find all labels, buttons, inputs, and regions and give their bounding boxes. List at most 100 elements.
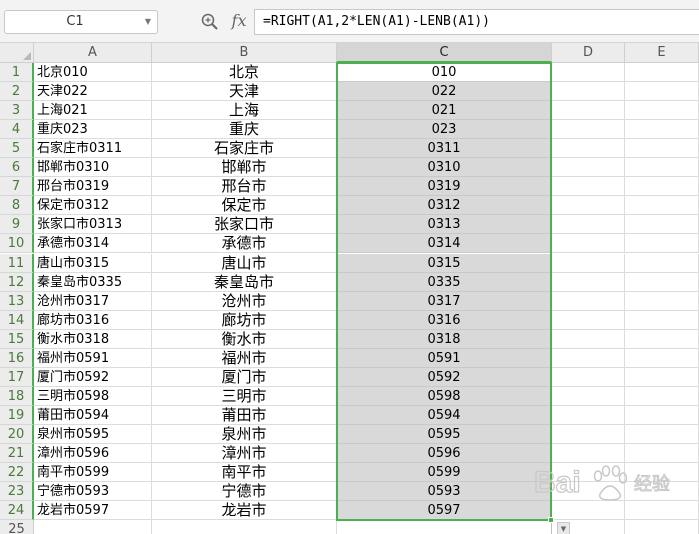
cell-b9[interactable]: 张家口市	[152, 215, 337, 235]
cell-a2[interactable]: 天津022	[34, 82, 152, 102]
cell-a7[interactable]: 邢台市0319	[34, 177, 152, 197]
row-header[interactable]: 1	[0, 63, 34, 83]
column-header-b[interactable]: B	[152, 43, 337, 63]
chevron-down-icon[interactable]: ▼	[143, 16, 153, 28]
cell-a1[interactable]: 北京010	[34, 63, 152, 83]
cell-b25[interactable]	[152, 520, 337, 534]
row-header[interactable]: 13	[0, 291, 34, 311]
cell-c6[interactable]: 0310	[337, 158, 552, 178]
row-header[interactable]: 25	[0, 520, 34, 534]
cell-a13[interactable]: 沧州市0317	[34, 291, 152, 311]
cell-e10[interactable]	[625, 234, 699, 254]
cell-e12[interactable]	[625, 272, 699, 292]
cell-c1[interactable]: 010	[337, 63, 552, 83]
cell-a11[interactable]: 唐山市0315	[34, 253, 152, 273]
cell-b22[interactable]: 南平市	[152, 463, 337, 483]
cell-c11[interactable]: 0315	[337, 253, 552, 273]
cell-c13[interactable]: 0317	[337, 291, 552, 311]
cell-e6[interactable]	[625, 158, 699, 178]
cell-c21[interactable]: 0596	[337, 444, 552, 464]
cell-a16[interactable]: 福州市0591	[34, 348, 152, 368]
cell-c3[interactable]: 021	[337, 101, 552, 121]
zoom-icon[interactable]	[200, 12, 220, 32]
cell-e4[interactable]	[625, 120, 699, 140]
row-header[interactable]: 18	[0, 386, 34, 406]
cell-e7[interactable]	[625, 177, 699, 197]
cell-d8[interactable]	[552, 196, 625, 216]
cell-d7[interactable]	[552, 177, 625, 197]
cell-a10[interactable]: 承德市0314	[34, 234, 152, 254]
cell-a19[interactable]: 莆田市0594	[34, 405, 152, 425]
row-header[interactable]: 23	[0, 482, 34, 502]
cell-a12[interactable]: 秦皇岛市0335	[34, 272, 152, 292]
column-header-c[interactable]: C	[337, 43, 552, 63]
cell-b1[interactable]: 北京	[152, 63, 337, 83]
cell-a18[interactable]: 三明市0598	[34, 386, 152, 406]
cell-a6[interactable]: 邯郸市0310	[34, 158, 152, 178]
cell-d18[interactable]	[552, 386, 625, 406]
row-header[interactable]: 12	[0, 272, 34, 292]
row-header[interactable]: 15	[0, 329, 34, 349]
cell-c24[interactable]: 0597	[337, 501, 552, 521]
cell-c20[interactable]: 0595	[337, 424, 552, 444]
cell-b8[interactable]: 保定市	[152, 196, 337, 216]
cell-c17[interactable]: 0592	[337, 367, 552, 387]
row-header[interactable]: 19	[0, 405, 34, 425]
fill-handle[interactable]	[548, 517, 554, 524]
cell-c23[interactable]: 0593	[337, 482, 552, 502]
row-header[interactable]: 21	[0, 444, 34, 464]
row-header[interactable]: 8	[0, 196, 34, 216]
cell-a24[interactable]: 龙岩市0597	[34, 501, 152, 521]
cell-c7[interactable]: 0319	[337, 177, 552, 197]
cell-d11[interactable]	[552, 253, 625, 273]
cell-e15[interactable]	[625, 329, 699, 349]
row-header[interactable]: 17	[0, 367, 34, 387]
cell-b15[interactable]: 衡水市	[152, 329, 337, 349]
cell-c19[interactable]: 0594	[337, 405, 552, 425]
cell-a3[interactable]: 上海021	[34, 101, 152, 121]
row-header[interactable]: 9	[0, 215, 34, 235]
paste-options-icon[interactable]: ▼	[557, 522, 570, 534]
insert-function-icon[interactable]: fx	[228, 9, 250, 33]
row-header[interactable]: 10	[0, 234, 34, 254]
cell-d9[interactable]	[552, 215, 625, 235]
cell-e5[interactable]	[625, 139, 699, 159]
column-header-d[interactable]: D	[552, 43, 625, 63]
cell-d14[interactable]	[552, 310, 625, 330]
cell-d1[interactable]	[552, 63, 625, 83]
cell-c10[interactable]: 0314	[337, 234, 552, 254]
cell-d6[interactable]	[552, 158, 625, 178]
cell-b13[interactable]: 沧州市	[152, 291, 337, 311]
cell-e17[interactable]	[625, 367, 699, 387]
cell-d16[interactable]	[552, 348, 625, 368]
row-header[interactable]: 4	[0, 120, 34, 140]
cell-c22[interactable]: 0599	[337, 463, 552, 483]
cell-d2[interactable]	[552, 82, 625, 102]
cell-e11[interactable]	[625, 253, 699, 273]
formula-input[interactable]: =RIGHT(A1,2*LEN(A1)-LENB(A1))	[254, 9, 699, 35]
cell-e16[interactable]	[625, 348, 699, 368]
row-header[interactable]: 7	[0, 177, 34, 197]
cell-c2[interactable]: 022	[337, 82, 552, 102]
row-header[interactable]: 22	[0, 463, 34, 483]
cell-b12[interactable]: 秦皇岛市	[152, 272, 337, 292]
row-header[interactable]: 16	[0, 348, 34, 368]
cell-b4[interactable]: 重庆	[152, 120, 337, 140]
row-header[interactable]: 2	[0, 82, 34, 102]
cell-b3[interactable]: 上海	[152, 101, 337, 121]
cell-b5[interactable]: 石家庄市	[152, 139, 337, 159]
row-header[interactable]: 3	[0, 101, 34, 121]
cell-c8[interactable]: 0312	[337, 196, 552, 216]
cell-c14[interactable]: 0316	[337, 310, 552, 330]
cell-a21[interactable]: 漳州市0596	[34, 444, 152, 464]
name-box[interactable]: C1 ▼	[4, 10, 158, 34]
cell-c4[interactable]: 023	[337, 120, 552, 140]
cell-a20[interactable]: 泉州市0595	[34, 424, 152, 444]
cell-c15[interactable]: 0318	[337, 329, 552, 349]
cell-e8[interactable]	[625, 196, 699, 216]
cell-b14[interactable]: 廊坊市	[152, 310, 337, 330]
cell-d10[interactable]	[552, 234, 625, 254]
cell-b18[interactable]: 三明市	[152, 386, 337, 406]
cell-b2[interactable]: 天津	[152, 82, 337, 102]
cell-d4[interactable]	[552, 120, 625, 140]
